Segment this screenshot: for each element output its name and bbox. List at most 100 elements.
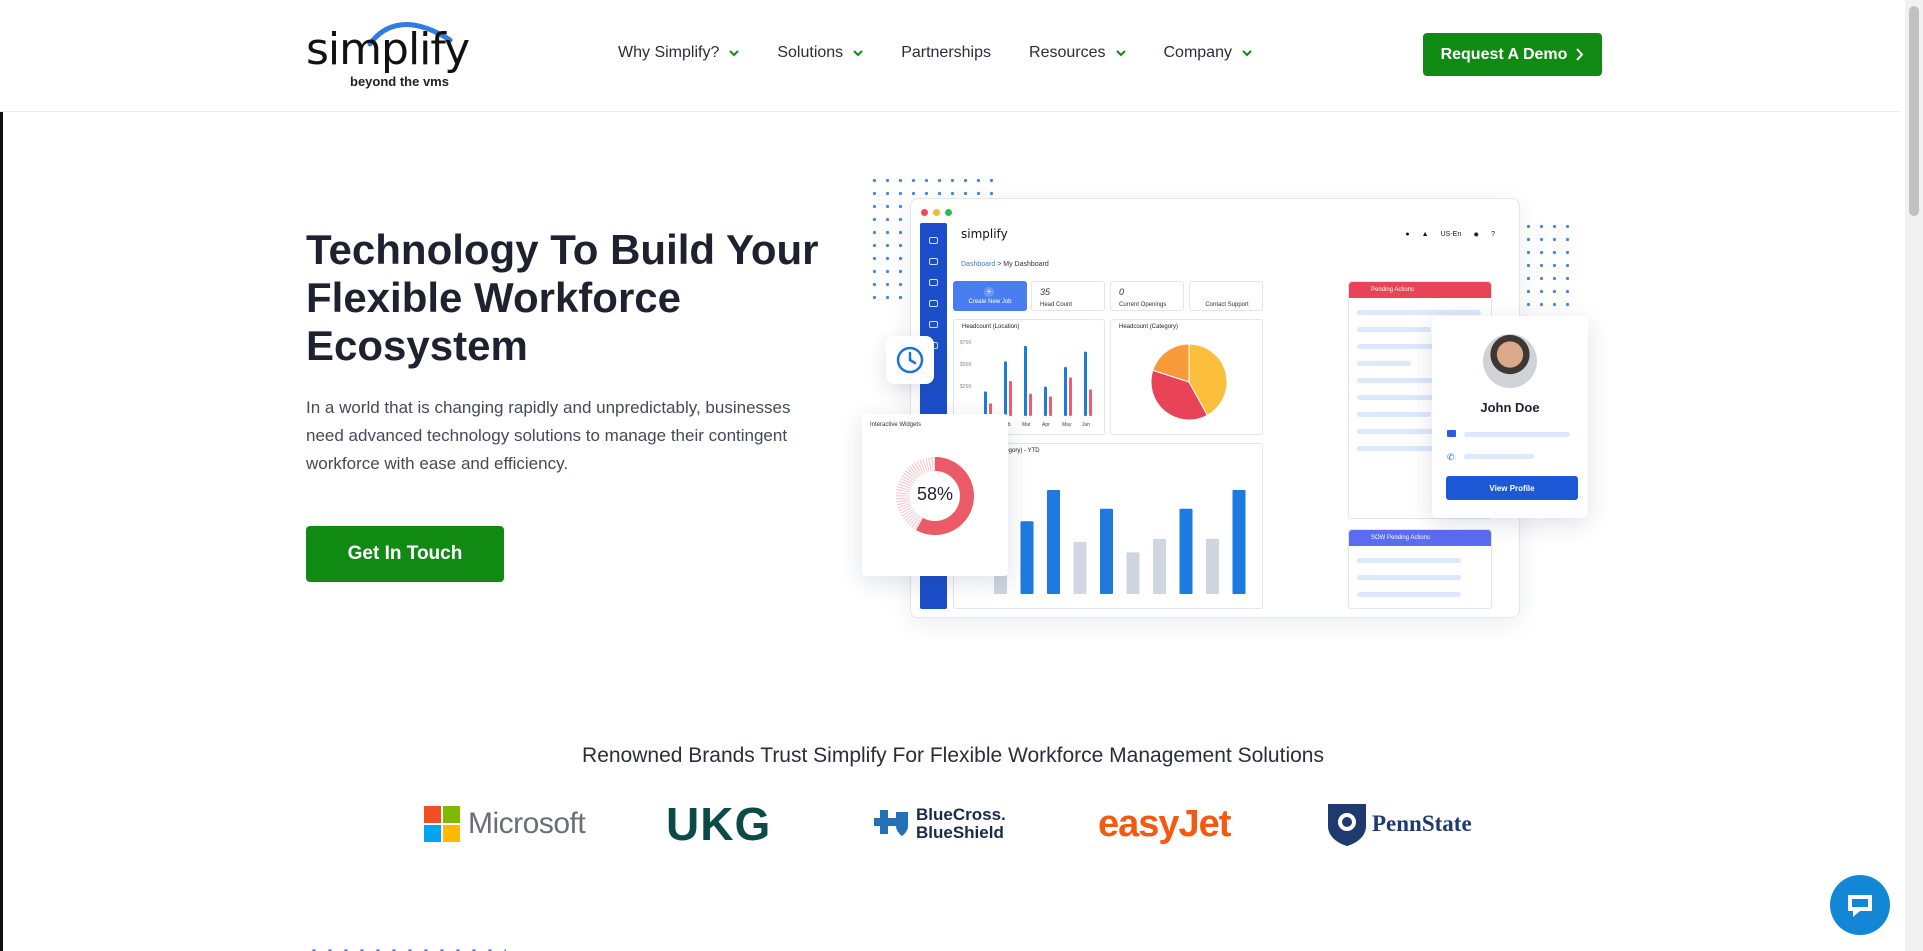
decorative-dots xyxy=(1522,220,1576,310)
dashboard-topbar-icons: ● ▲ US-En ✹ ? xyxy=(1405,231,1495,239)
y-tick-label: $25K xyxy=(960,384,972,390)
window-controls xyxy=(921,209,952,216)
bar-red xyxy=(1089,389,1092,416)
view-profile-label: View Profile xyxy=(1489,483,1535,493)
hero-title: Technology To Build Your Flexible Workfo… xyxy=(306,226,819,369)
contact-support-card: Contact Support xyxy=(1189,281,1263,311)
openings-label: Current Openings xyxy=(1119,302,1167,308)
bluecross-shield-icon xyxy=(874,810,908,836)
create-job-label: Create New Job xyxy=(968,299,1012,305)
decorative-dots xyxy=(306,944,506,951)
request-demo-button[interactable]: Request A Demo xyxy=(1423,33,1602,76)
breadcrumb-current: My Dashboard xyxy=(1003,261,1049,268)
logo-wordmark: simplify xyxy=(306,24,470,75)
headcount-category-chart: Headcount (Category) xyxy=(1110,319,1263,435)
bar-blue xyxy=(984,391,987,416)
view-profile-button[interactable]: View Profile xyxy=(1446,476,1578,500)
ukg-wordmark: UKG xyxy=(666,798,772,850)
interactive-widget-card: Interactive Widgets 58% xyxy=(862,414,1008,576)
category-pie xyxy=(1150,343,1228,421)
bar-blue xyxy=(1084,351,1087,416)
bar-blue xyxy=(1064,367,1067,416)
x-tick-label: Mar xyxy=(1022,422,1031,428)
nav-label: Solutions xyxy=(777,44,844,61)
easyjet-wordmark: easyJet xyxy=(1098,802,1231,845)
chevron-down-icon xyxy=(853,50,863,57)
pennstate-wordmark: PennState xyxy=(1372,811,1472,836)
ytd-bar xyxy=(1047,490,1060,594)
mail-icon xyxy=(1447,430,1456,437)
y-tick-label: $75K xyxy=(960,340,972,346)
chevron-down-icon xyxy=(1115,50,1126,57)
bar-blue xyxy=(1024,346,1027,416)
openings-value: 0 xyxy=(1119,287,1125,297)
ytd-bar xyxy=(1020,521,1034,594)
site-header: simplify beyond the vms Why Simplify? So… xyxy=(0,0,1902,112)
sow-pending-title: SOW Pending Actions xyxy=(1349,530,1491,546)
chevron-down-icon xyxy=(729,50,740,57)
head-count-label: Head Count xyxy=(1040,302,1073,308)
ukg-logo: UKG xyxy=(666,796,771,852)
bar-red xyxy=(1009,381,1012,416)
dashboard-logo: simplify xyxy=(961,227,1008,241)
bar-red xyxy=(1029,393,1032,416)
get-in-touch-button[interactable]: Get In Touch xyxy=(306,526,504,582)
profile-name: John Doe xyxy=(1480,400,1540,415)
microsoft-logo: Microsoft xyxy=(424,796,586,852)
nav-label: Partnerships xyxy=(901,44,992,61)
create-job-card: Create New Job + xyxy=(953,281,1027,311)
ytd-bar xyxy=(1126,552,1140,594)
chat-button[interactable] xyxy=(1830,875,1890,935)
help-icon: ? xyxy=(1491,231,1495,238)
chat-bubble-icon xyxy=(1848,895,1872,917)
page-scrollbar[interactable] xyxy=(1905,0,1923,951)
nav-resources[interactable]: Resources xyxy=(1029,44,1126,62)
decorative-dots xyxy=(868,174,998,200)
notification-icon: ● xyxy=(1405,231,1410,238)
trust-heading: Renowned Brands Trust Simplify For Flexi… xyxy=(582,744,1324,767)
easyjet-logo: easyJet xyxy=(1098,796,1231,852)
sow-pending-actions-panel: SOW Pending Actions xyxy=(1348,529,1492,609)
widget-percent: 58% xyxy=(916,484,954,504)
chevron-right-icon xyxy=(1576,48,1584,61)
current-openings-card: 0 Current Openings xyxy=(1110,281,1184,311)
avatar xyxy=(1483,334,1537,388)
ytd-bar xyxy=(1206,538,1219,594)
nav-label: Company xyxy=(1163,44,1232,61)
nav-company[interactable]: Company xyxy=(1164,44,1252,62)
bluecross-line-2: BlueShield xyxy=(916,823,1004,842)
microsoft-wordmark: Microsoft xyxy=(468,807,586,840)
y-tick-label: $50K xyxy=(960,362,972,368)
nav-partnerships[interactable]: Partnerships xyxy=(901,44,991,62)
gear-icon: ✹ xyxy=(1473,232,1480,239)
simplify-logo[interactable]: simplify beyond the vms xyxy=(306,18,470,90)
ytd-bar xyxy=(1153,538,1166,594)
ytd-bar xyxy=(1073,542,1087,594)
nav-label: Why Simplify? xyxy=(618,44,720,61)
phone-icon: ✆ xyxy=(1447,452,1455,462)
microsoft-grid-icon xyxy=(424,806,460,842)
bar-red xyxy=(1069,377,1072,416)
x-tick-label: May xyxy=(1062,422,1072,428)
request-demo-label: Request A Demo xyxy=(1440,45,1568,63)
head-count-value: 35 xyxy=(1040,287,1051,297)
scrollbar-thumb[interactable] xyxy=(1909,6,1919,216)
head-count-card: 35 Head Count xyxy=(1031,281,1105,311)
plus-icon: + xyxy=(984,287,994,297)
main-nav: Why Simplify? Solutions Partnerships Res… xyxy=(618,44,1290,62)
pennstate-lion-shield-icon xyxy=(1328,804,1366,846)
support-label: Contact Support xyxy=(1205,302,1249,308)
nav-why-simplify[interactable]: Why Simplify? xyxy=(618,44,740,62)
nav-solutions[interactable]: Solutions xyxy=(777,44,863,62)
bar-blue xyxy=(1044,386,1047,416)
clock-widget xyxy=(886,336,934,384)
profile-card: John Doe ✆ View Profile xyxy=(1432,316,1588,518)
bluecross-line-1: BlueCross. xyxy=(916,805,1006,824)
logo-tagline: beyond the vms xyxy=(350,74,449,89)
pending-actions-title: Pending Actions xyxy=(1349,282,1491,298)
pennstate-logo: PennState xyxy=(1326,796,1472,852)
x-tick-label: Jun xyxy=(1082,422,1090,428)
x-tick-label: Apr xyxy=(1042,422,1050,428)
bar-red xyxy=(1049,396,1052,416)
chevron-down-icon xyxy=(1242,50,1252,57)
